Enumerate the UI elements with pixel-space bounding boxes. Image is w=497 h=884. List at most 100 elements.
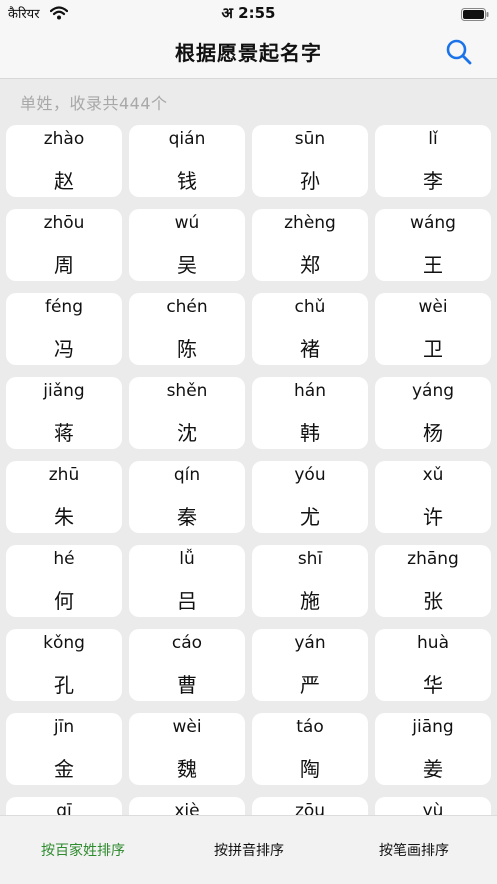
surname-character: 张 [423,589,443,613]
surname-card[interactable]: lǐ 李 [375,125,491,197]
surname-character: 魏 [177,757,197,781]
surname-card[interactable]: shěn 沈 [129,377,245,449]
surname-card[interactable]: zhèng 郑 [252,209,368,281]
surname-pinyin: wáng [410,213,456,233]
surname-character: 吴 [177,253,197,277]
surname-card[interactable]: hán 韩 [252,377,368,449]
surname-card[interactable]: jīn 金 [6,713,122,785]
surname-card[interactable]: táo 陶 [252,713,368,785]
surname-card[interactable]: zhū 朱 [6,461,122,533]
surname-card[interactable]: qín 秦 [129,461,245,533]
surname-character: 金 [54,757,74,781]
surname-card[interactable]: shī 施 [252,545,368,617]
surname-card[interactable]: zhào 赵 [6,125,122,197]
clock: अ 2:55 [221,4,276,22]
surname-pinyin: cáo [171,633,203,653]
surname-character: 曹 [177,673,197,697]
surname-character: 郑 [300,253,320,277]
surname-card[interactable]: jiǎng 蒋 [6,377,122,449]
surname-character: 施 [300,589,320,613]
surname-pinyin: qín [173,465,201,485]
surname-pinyin: lǐ [428,129,438,149]
surname-card[interactable]: wú 吴 [129,209,245,281]
surname-pinyin: jīn [53,717,75,737]
surname-character: 王 [423,253,443,277]
surname-pinyin: shī [297,549,323,569]
surname-character: 沈 [177,421,197,445]
surname-pinyin: yáng [411,381,455,401]
surname-card[interactable]: xiè [129,797,245,815]
surname-card[interactable]: wèi 魏 [129,713,245,785]
surname-character: 秦 [177,505,197,529]
surname-pinyin: zhèng [284,213,336,233]
surname-character: 蒋 [54,421,74,445]
surname-card[interactable]: zhāng 张 [375,545,491,617]
surname-card[interactable]: wáng 王 [375,209,491,281]
surname-pinyin: wèi [172,717,202,737]
surname-card[interactable]: kǒng 孔 [6,629,122,701]
sort-tab-2[interactable]: 按笔画排序 [331,840,497,860]
surname-card[interactable]: jiāng 姜 [375,713,491,785]
surname-character: 严 [300,673,320,697]
surname-pinyin: wú [174,213,200,233]
surname-character: 冯 [54,337,74,361]
surname-character: 周 [54,253,74,277]
surname-card[interactable]: yáng 杨 [375,377,491,449]
surname-pinyin: sūn [294,129,326,149]
surname-character: 吕 [177,589,197,613]
surname-pinyin: hé [53,549,75,569]
surname-character: 朱 [54,505,74,529]
surname-pinyin: yán [294,633,326,653]
surname-character: 韩 [300,421,320,445]
surname-pinyin: yù [422,801,444,815]
surname-character: 何 [54,589,74,613]
page-title: 根据愿景起名字 [175,41,322,65]
surname-pinyin: jiāng [412,717,454,737]
sort-tab-0[interactable]: 按百家姓排序 [0,840,166,860]
surname-card[interactable]: chǔ 褚 [252,293,368,365]
surname-pinyin: huà [417,633,449,653]
surname-card[interactable]: chén 陈 [129,293,245,365]
surname-card[interactable]: yóu 尤 [252,461,368,533]
surname-pinyin: féng [44,297,83,317]
surname-character: 褚 [300,337,320,361]
surname-character: 许 [423,505,443,529]
surname-character: 孙 [300,169,320,193]
surname-card[interactable]: lǚ 吕 [129,545,245,617]
sort-tab-1[interactable]: 按拼音排序 [166,840,332,860]
surname-character: 杨 [423,421,443,445]
surname-grid: zhào 赵 qián 钱 sūn 孙 lǐ 李 zhōu 周 wú 吴 zhèng 郑 wáng 王 féng… [6,125,492,815]
surname-pinyin: qī [56,801,72,815]
surname-card[interactable]: yù [375,797,491,815]
surname-card[interactable]: cáo 曹 [129,629,245,701]
surname-count-summary: 单姓，收录共444个 [20,94,168,113]
surname-pinyin: chén [166,297,208,317]
surname-pinyin: zhū [48,465,80,485]
surname-card[interactable]: hé 何 [6,545,122,617]
surname-card[interactable]: féng 冯 [6,293,122,365]
surname-card[interactable]: zōu [252,797,368,815]
surname-character: 赵 [54,169,74,193]
surname-pinyin: shěn [166,381,208,401]
battery-icon [461,6,489,25]
search-icon[interactable] [445,38,473,66]
surname-character: 孔 [54,673,74,697]
surname-card[interactable]: xǔ 许 [375,461,491,533]
surname-character: 陈 [177,337,197,361]
surname-card[interactable]: qián 钱 [129,125,245,197]
surname-character: 华 [423,673,443,697]
surname-pinyin: xiè [174,801,200,815]
surname-card[interactable]: qī [6,797,122,815]
status-bar: कैरियर अ 2:55 [0,0,497,26]
navigation-bar: 根据愿景起名字 [0,26,497,79]
surname-character: 姜 [423,757,443,781]
surname-card[interactable]: huà 华 [375,629,491,701]
surname-pinyin: zhōu [43,213,85,233]
surname-character: 钱 [177,169,197,193]
surname-card[interactable]: yán 严 [252,629,368,701]
surname-card[interactable]: sūn 孙 [252,125,368,197]
surname-card[interactable]: wèi 卫 [375,293,491,365]
surname-pinyin: zhāng [407,549,459,569]
surname-character: 尤 [300,505,320,529]
surname-card[interactable]: zhōu 周 [6,209,122,281]
